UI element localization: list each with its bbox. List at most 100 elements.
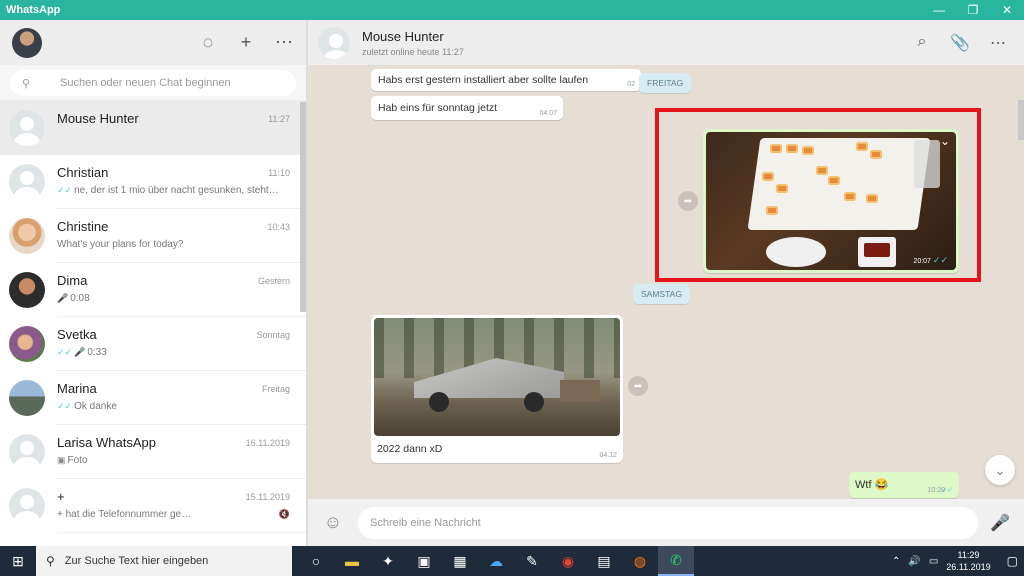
chat-item[interactable]: Christine 10:43 What's your plans for to… [0, 209, 306, 263]
chat-time: 16.11.2019 [245, 438, 290, 448]
minimize-button[interactable]: — [922, 0, 956, 20]
message-input-box[interactable] [358, 506, 978, 539]
chat-name: Mouse Hunter [57, 111, 139, 126]
my-avatar[interactable] [12, 27, 42, 58]
search-icon[interactable]: ⌕ [912, 33, 932, 53]
chat-preview: + hat die Telefonnummer ge… [57, 509, 192, 520]
close-button[interactable]: ✕ [990, 0, 1024, 20]
message-text: Hab eins für sonntag jetzt [378, 102, 498, 114]
app-icon[interactable]: ✦ [370, 546, 406, 576]
contact-name[interactable]: Mouse Hunter [362, 29, 464, 44]
monitor-app-icon[interactable]: ▣ [406, 546, 442, 576]
read-tick-icon: ✓✓ [57, 401, 73, 411]
contact-status: zuletzt online heute 11:27 [362, 46, 464, 57]
camera-icon: ▣ [57, 455, 66, 465]
clock-date: 26.11.2019 [946, 562, 991, 572]
photo-wheel [524, 392, 544, 412]
weather-app-icon[interactable]: ☁ [478, 546, 514, 576]
app-icon[interactable]: ✎ [514, 546, 550, 576]
avatar [9, 380, 45, 416]
restore-button[interactable]: ❐ [956, 0, 990, 20]
message-scrollbar[interactable] [1018, 100, 1024, 140]
clock[interactable]: 11:29 26.11.2019 [946, 549, 990, 573]
taskbar-search-placeholder: Zur Suche Text hier eingeben [64, 555, 209, 567]
chat-list-pane: ◌ + ⋯ ⚲ Mouse Hunter 11:27 Christian 11:… [0, 20, 307, 546]
chrome-icon[interactable]: ◉ [550, 546, 586, 576]
chevron-up-icon[interactable]: ⌃ [892, 556, 900, 567]
notification-icon[interactable]: ▢ [1007, 554, 1018, 568]
clock-time: 11:29 [957, 550, 980, 560]
date-chip: FREITAG [639, 73, 692, 93]
date-chip: SAMSTAG [633, 284, 690, 304]
message-time: 02 [627, 81, 635, 88]
message-time: 04:07 [539, 110, 557, 117]
mic-icon: 🎤 [74, 347, 86, 357]
menu-icon[interactable]: ⋯ [988, 33, 1008, 53]
chat-item[interactable]: Dima Gestern 🎤 0:08 [0, 263, 306, 317]
read-tick-icon: ✓✓ [941, 487, 953, 494]
avatar [9, 164, 45, 200]
network-icon[interactable]: ▭ [929, 556, 938, 567]
windows-start-icon[interactable]: ⊞ [0, 546, 36, 576]
search-icon: ⚲ [22, 77, 31, 90]
message-bubble[interactable]: Hab eins für sonntag jetzt 04:07 [371, 96, 563, 120]
avatar [9, 326, 45, 362]
system-tray: ⌃ 🔊 ▭ 11:29 26.11.2019 ▢ [892, 549, 1024, 573]
attach-icon[interactable]: 📎 [950, 33, 970, 53]
new-chat-icon[interactable]: + [236, 32, 256, 53]
chat-item[interactable]: + 15.11.2019 + hat die Telefonnummer ge…… [0, 479, 306, 533]
menu-icon[interactable]: ⋯ [274, 32, 294, 53]
highlight-box [655, 108, 981, 282]
chat-preview: ✓✓ ne, der ist 1 mio über nacht gesunken,… [57, 185, 287, 196]
taskbar-search[interactable]: ⚲ Zur Suche Text hier eingeben [36, 546, 292, 576]
chat-name: Marina [57, 381, 97, 396]
chat-item[interactable]: Christian 11:10 ✓✓ ne, der ist 1 mio über… [0, 155, 306, 209]
chat-item[interactable]: Marina Freitag ✓✓ Ok danke [0, 371, 306, 425]
firefox-icon[interactable]: ◍ [622, 546, 658, 576]
message-input[interactable] [370, 516, 960, 529]
message-time: 04:12 [599, 452, 617, 459]
app-icon[interactable]: ▤ [586, 546, 622, 576]
whatsapp-taskbar-icon[interactable]: ✆ [658, 546, 694, 576]
task-view-icon[interactable]: ○ [298, 546, 334, 576]
chat-item[interactable]: Larisa WhatsApp 16.11.2019 ▣ Foto [0, 425, 306, 479]
volume-icon[interactable]: 🔊 [908, 556, 920, 567]
chat-name: Christine [57, 219, 109, 234]
message-bubble[interactable]: Habs erst gestern installiert aber sollt… [371, 69, 641, 91]
conversation-pane: Mouse Hunter zuletzt online heute 11:27 … [307, 20, 1024, 546]
message-text: Wtf 😂 [855, 479, 889, 491]
image-message[interactable]: 2022 dann xD 04:12 [371, 315, 623, 463]
chat-time: Freitag [261, 384, 290, 394]
chat-preview: ✓✓ 🎤 0:33 [57, 347, 287, 358]
emoji-icon[interactable]: ☺ [322, 512, 344, 533]
muted-icon: 🔇 [278, 509, 290, 519]
file-explorer-icon[interactable]: ▬ [334, 546, 370, 576]
calculator-icon[interactable]: ▦ [442, 546, 478, 576]
chat-preview: 🎤 0:08 [57, 293, 287, 304]
chat-list-scrollbar[interactable] [300, 102, 306, 312]
read-tick-icon: ✓✓ [57, 347, 73, 357]
preview-text: Foto [67, 455, 88, 466]
search-box[interactable]: ⚲ [10, 70, 296, 96]
chat-time: 11:27 [268, 114, 290, 124]
search-icon: ⚲ [46, 554, 55, 568]
chat-item[interactable]: Svetka Sonntag ✓✓ 🎤 0:33 [0, 317, 306, 371]
avatar [9, 434, 45, 470]
chat-preview: ✓✓ Ok danke [57, 401, 287, 412]
chat-preview: ▣ Foto [57, 455, 287, 466]
window-title: WhatsApp [6, 4, 61, 16]
search-input[interactable] [60, 77, 280, 89]
message-area: Habs erst gestern installiert aber sollt… [307, 65, 1024, 499]
truck-photo[interactable] [374, 318, 620, 436]
message-bubble[interactable]: Wtf 😂 10:20 ✓✓ [849, 472, 959, 498]
mic-icon: 🎤 [57, 293, 69, 303]
microphone-icon[interactable]: 🎤 [990, 513, 1010, 533]
forward-icon[interactable]: ➦ [628, 376, 648, 396]
scroll-down-button[interactable]: ⌄ [985, 455, 1015, 485]
contact-avatar[interactable] [318, 26, 350, 59]
taskbar: ⊞ ⚲ Zur Suche Text hier eingeben ○ ▬ ✦ ▣… [0, 546, 1024, 576]
chat-item[interactable]: Mouse Hunter 11:27 [0, 101, 306, 155]
preview-text: Ok danke [74, 401, 117, 412]
chat-time: 11:10 [268, 168, 290, 178]
status-icon[interactable]: ◌ [198, 32, 218, 53]
